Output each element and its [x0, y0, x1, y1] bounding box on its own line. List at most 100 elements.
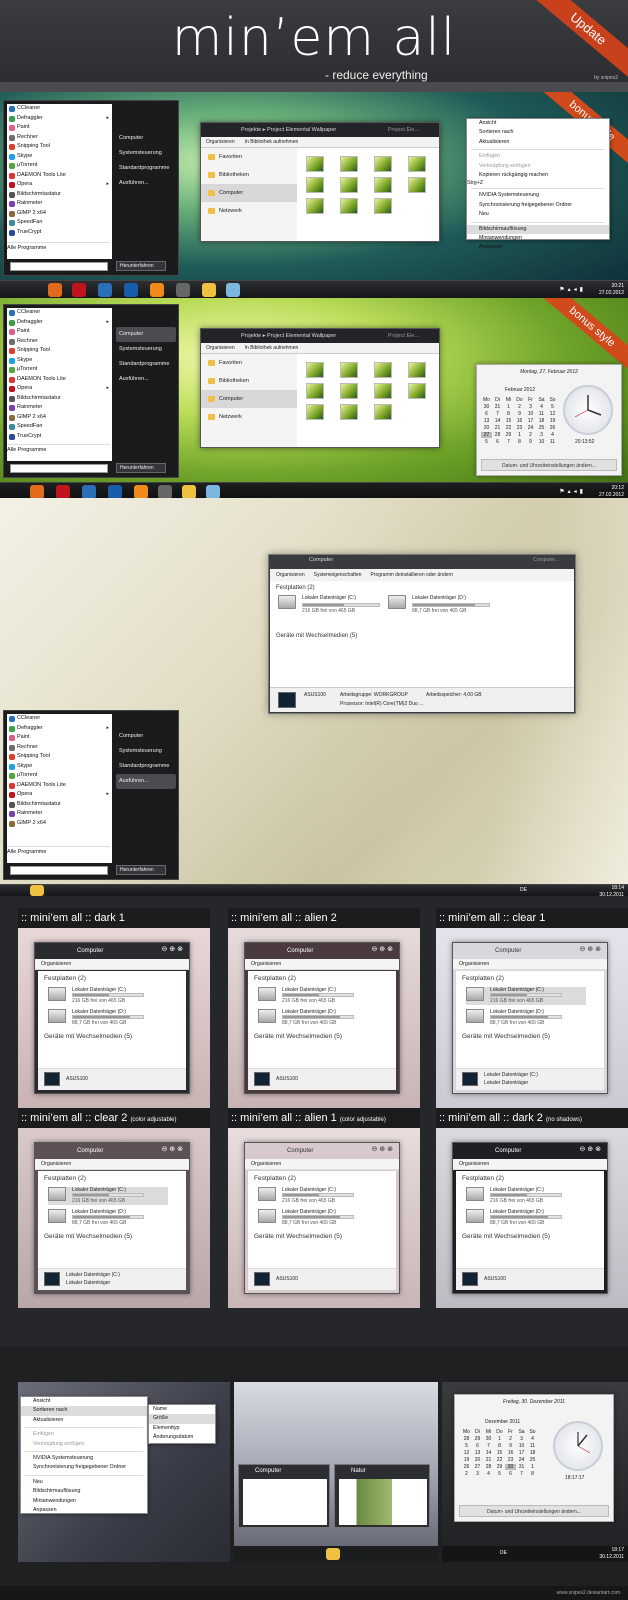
- calendar-day[interactable]: 11: [527, 1443, 538, 1449]
- calendar-day[interactable]: 21: [492, 425, 503, 431]
- shutdown-button[interactable]: Herunterfahren: [116, 463, 166, 473]
- vlc-icon[interactable]: [134, 485, 148, 499]
- window-controls[interactable]: ⊖ ⊕ ⊗: [162, 1145, 184, 1153]
- calendar-day[interactable]: 1: [527, 1464, 538, 1470]
- tray-icons[interactable]: ⚑▴◂▮: [559, 488, 586, 495]
- calendar-day[interactable]: 16: [505, 1450, 516, 1456]
- search-input[interactable]: [10, 262, 108, 271]
- search-box[interactable]: Project Ele...: [388, 329, 419, 343]
- calendar-day[interactable]: 5: [547, 404, 558, 410]
- menu-item[interactable]: Minianwendungen: [21, 1497, 147, 1506]
- program-item[interactable]: Skype: [7, 356, 112, 366]
- explorer-icon[interactable]: [30, 885, 44, 896]
- calendar-day[interactable]: 26: [547, 425, 558, 431]
- media-icon[interactable]: [82, 485, 96, 499]
- calendar-month[interactable]: Dezember 2011: [485, 1419, 520, 1425]
- menu-item[interactable]: Bildschirmauflösung: [467, 224, 609, 234]
- menu-item[interactable]: Neu: [21, 1478, 147, 1487]
- window-controls[interactable]: ⊖ ⊕ ⊗: [372, 1145, 394, 1153]
- menu-item[interactable]: Aktualisieren: [467, 138, 609, 147]
- menu-item[interactable]: Neu: [467, 210, 609, 219]
- thumbnail[interactable]: [374, 156, 392, 172]
- tray-icons[interactable]: ⚑▴◂▮: [559, 286, 586, 293]
- calendar-day[interactable]: 9: [525, 439, 536, 445]
- window-controls[interactable]: ⊖ ⊕ ⊗: [580, 945, 602, 953]
- nav-libraries[interactable]: Bibliotheken: [201, 372, 297, 390]
- thumbnail[interactable]: [340, 198, 358, 214]
- calendar-day[interactable]: 16: [514, 418, 525, 424]
- calendar-day[interactable]: 20: [481, 425, 492, 431]
- nav-computer[interactable]: Computer: [201, 184, 297, 202]
- calendar-day[interactable]: 14: [492, 418, 503, 424]
- footer-url[interactable]: www.snipes2.deviantart.com: [0, 1586, 628, 1600]
- drive-c[interactable]: Lokaler Datenträger (C:) 216 GB frei von …: [466, 1187, 586, 1205]
- drive-d[interactable]: Lokaler Datenträger (D:) 88,7 GB frei von…: [258, 1209, 378, 1227]
- calendar-day[interactable]: 7: [483, 1443, 494, 1449]
- organize-button[interactable]: Organisieren: [206, 345, 235, 351]
- group-removable[interactable]: Geräte mit Wechselmedien (5): [44, 1033, 132, 1040]
- all-programs[interactable]: Alle Programme: [7, 242, 110, 251]
- program-item[interactable]: TrueCrypt: [7, 228, 112, 238]
- calendar-day[interactable]: 15: [503, 418, 514, 424]
- calendar-day[interactable]: 2: [514, 404, 525, 410]
- calendar-day[interactable]: 6: [472, 1443, 483, 1449]
- calendar-day[interactable]: 8: [494, 1443, 505, 1449]
- program-item[interactable]: CCleaner: [7, 308, 112, 318]
- calendar-day[interactable]: 6: [492, 439, 503, 445]
- calendar-day[interactable]: 11: [547, 439, 558, 445]
- organize-button[interactable]: Organisieren: [459, 1161, 489, 1167]
- calendar-day[interactable]: 8: [514, 439, 525, 445]
- drive-c[interactable]: Lokaler Datenträger (C:) 216 GB frei von …: [258, 987, 378, 1005]
- calendar-day[interactable]: 26: [461, 1464, 472, 1470]
- thumbnail[interactable]: [340, 362, 358, 378]
- thumbnail[interactable]: [408, 177, 426, 193]
- system-props-button[interactable]: Systemeigenschaften: [314, 572, 362, 578]
- calendar-day[interactable]: 17: [525, 418, 536, 424]
- photoshop-icon[interactable]: [124, 283, 138, 297]
- thumbnail[interactable]: [340, 404, 358, 420]
- calendar-month[interactable]: Februar 2012: [505, 387, 535, 393]
- address-bar[interactable]: Projekte ▸ Project Elemental Wallpaper Pr…: [201, 123, 439, 137]
- calendar-day[interactable]: 7: [492, 411, 503, 417]
- drive-d[interactable]: Lokaler Datenträger (D:) 88,7 GB frei von…: [48, 1009, 168, 1027]
- calendar-day[interactable]: 10: [516, 1443, 527, 1449]
- calendar-day[interactable]: 19: [547, 418, 558, 424]
- calendar-day[interactable]: 23: [514, 425, 525, 431]
- calendar-day[interactable]: 5: [494, 1471, 505, 1477]
- menu-item[interactable]: Ansicht: [467, 119, 609, 128]
- opera-icon[interactable]: [56, 485, 70, 499]
- calendar-day[interactable]: 3: [472, 1471, 483, 1477]
- thumbnail[interactable]: [306, 198, 324, 214]
- thumbnail[interactable]: [340, 156, 358, 172]
- explorer-icon[interactable]: [326, 1548, 340, 1560]
- group-removable[interactable]: Geräte mit Wechselmedien (5): [254, 1233, 342, 1240]
- thumbnail[interactable]: [306, 177, 324, 193]
- calendar-day[interactable]: 27: [472, 1464, 483, 1470]
- drive-c[interactable]: Lokaler Datenträger (C:) 216 GB frei von …: [466, 987, 586, 1005]
- drive-c[interactable]: Lokaler Datenträger (C:) 216 GB frei von …: [48, 987, 168, 1005]
- sort-size[interactable]: Größe: [149, 1414, 215, 1424]
- menu-item[interactable]: Sortieren nach: [467, 128, 609, 137]
- calendar-day[interactable]: 4: [536, 404, 547, 410]
- menu-item[interactable]: Verknüpfung einfügen: [21, 1440, 147, 1449]
- group-harddisks[interactable]: Festplatten (2): [254, 1175, 296, 1182]
- start-control-panel[interactable]: Systemsteuerung: [116, 146, 176, 161]
- explorer-icon[interactable]: [202, 283, 216, 297]
- tray-clock[interactable]: 20:21 27.02.2012: [599, 283, 624, 297]
- calendar-day[interactable]: 8: [527, 1471, 538, 1477]
- library-button[interactable]: In Bibliothek aufnehmen: [245, 345, 299, 351]
- calendar-day[interactable]: 5: [461, 1443, 472, 1449]
- library-button[interactable]: In Bibliothek aufnehmen: [245, 139, 299, 145]
- calendar-day[interactable]: 9: [514, 411, 525, 417]
- tray-clock[interactable]: 18:17 30.12.2011: [599, 1547, 624, 1561]
- program-item[interactable]: Opera ▸: [7, 790, 112, 800]
- program-item[interactable]: Bildschirmtastatur: [7, 190, 112, 200]
- program-item[interactable]: GIMP 2 x64: [7, 413, 112, 423]
- menu-item[interactable]: NVIDIA Systemsteuerung: [467, 191, 609, 200]
- thumbnail[interactable]: [306, 404, 324, 420]
- group-harddisks[interactable]: Festplatten (2): [44, 975, 86, 982]
- organize-button[interactable]: Organisieren: [459, 961, 489, 967]
- calendar-day[interactable]: 25: [536, 425, 547, 431]
- program-item[interactable]: Snipping Tool: [7, 142, 112, 152]
- calendar-day[interactable]: 12: [461, 1450, 472, 1456]
